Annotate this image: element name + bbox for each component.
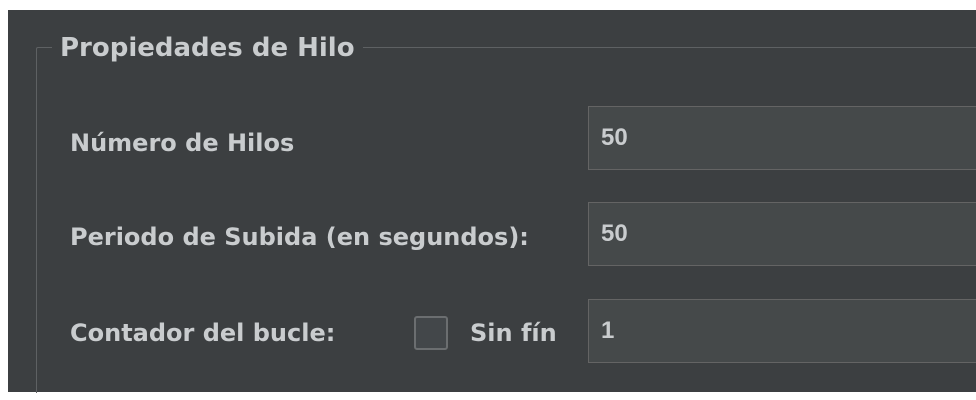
infinite-checkbox[interactable] bbox=[414, 316, 448, 350]
num-threads-input[interactable] bbox=[588, 106, 976, 170]
loop-count-input[interactable] bbox=[588, 299, 976, 363]
infinite-checkbox-label[interactable]: Sin fín bbox=[470, 319, 557, 347]
loop-count-label: Contador del bucle: bbox=[70, 319, 336, 347]
thread-properties-title: Propiedades de Hilo bbox=[52, 33, 363, 63]
ramp-up-period-input[interactable] bbox=[588, 202, 976, 266]
num-threads-label: Número de Hilos bbox=[70, 129, 295, 157]
ramp-up-period-label: Periodo de Subida (en segundos): bbox=[70, 223, 529, 251]
